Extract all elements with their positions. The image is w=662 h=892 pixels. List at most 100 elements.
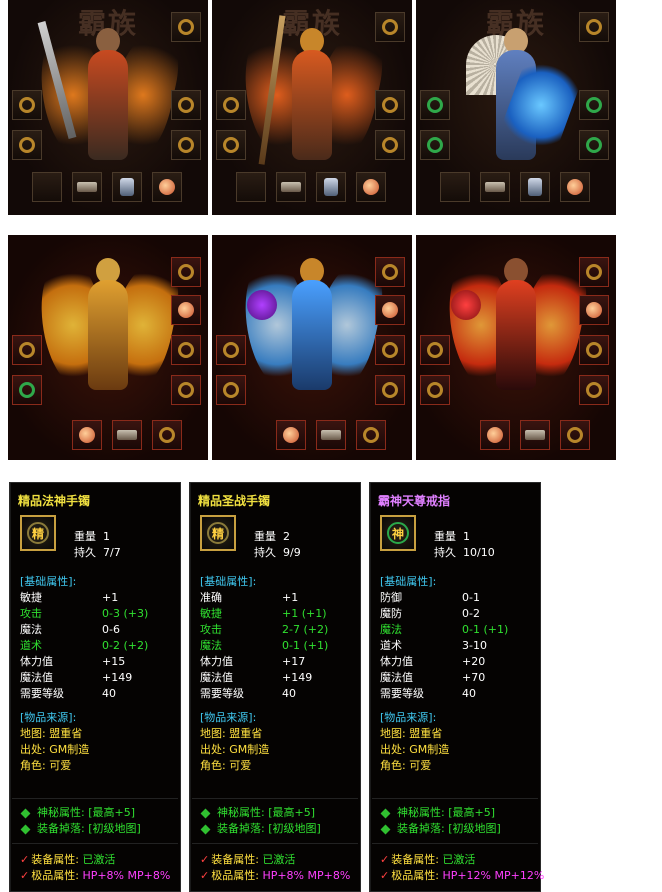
character-panel-2: 霸族 <box>212 0 412 215</box>
equip-slot-ring-right[interactable] <box>375 130 405 160</box>
equip-slot-bracelet-right[interactable] <box>171 335 201 365</box>
stat-label: 需要等级 <box>200 687 244 700</box>
weight-label: 重量 <box>74 530 96 543</box>
character-figure-mage <box>234 15 390 170</box>
base-attributes-header: [基础属性]: <box>200 575 257 588</box>
equip-slot-bracelet-left[interactable] <box>216 90 246 120</box>
stat-value: +1 (+1) <box>282 607 327 620</box>
equip-slot-bracelet-right[interactable] <box>375 90 405 120</box>
equip-slot-gem[interactable] <box>560 172 590 202</box>
equip-slot-amulet[interactable] <box>236 172 266 202</box>
item-tooltip-1: 精品法神手镯 精 重量 1 持久 7/7 [基础属性]: 敏捷 +1 攻击 0-… <box>9 482 181 892</box>
equip-slot-necklace[interactable] <box>375 12 405 42</box>
equip-slot-belt[interactable] <box>316 420 346 450</box>
source-map: 地图: 盟重省 <box>200 727 263 740</box>
equip-slot-necklace[interactable] <box>171 257 201 287</box>
stat-value: 0-1 <box>462 591 480 604</box>
equip-slot-bracelet-right[interactable] <box>579 90 609 120</box>
weight-label: 重量 <box>254 530 276 543</box>
equip-slot-ring-left[interactable] <box>216 375 246 405</box>
equip-slot-amulet[interactable] <box>440 172 470 202</box>
equip-slot-ring-left[interactable] <box>12 375 42 405</box>
stat-value: +20 <box>462 655 486 668</box>
equip-slot-ring-right[interactable] <box>375 375 405 405</box>
equip-slot-belt[interactable] <box>112 420 142 450</box>
equip-slot-gem[interactable] <box>152 172 182 202</box>
character-figure-golden-wings <box>30 250 186 420</box>
equip-slot-ring-right[interactable] <box>171 375 201 405</box>
equip-slot-amulet[interactable] <box>32 172 62 202</box>
character-panel-3: 霸族 <box>416 0 616 215</box>
character-figure-blue-wings <box>234 250 390 420</box>
premium-attribute: ✓ 极品属性: HP+8% MP+8% <box>20 869 171 882</box>
weight-value: 1 <box>463 530 470 543</box>
equip-slot-ring-left[interactable] <box>420 130 450 160</box>
item-source-header: [物品来源]: <box>200 711 257 724</box>
item-icon: 精 <box>200 515 236 551</box>
source-origin: 出处: GM制造 <box>20 743 90 756</box>
equip-slot-belt[interactable] <box>520 420 550 450</box>
equip-slot-gem[interactable] <box>356 172 386 202</box>
equip-slot-ring-right[interactable] <box>171 130 201 160</box>
equip-slot-belt[interactable] <box>72 172 102 202</box>
equip-slot-bracelet-left[interactable] <box>12 335 42 365</box>
equip-slot-boots[interactable] <box>112 172 142 202</box>
equip-attribute: ✓ 装备属性: 已激活 <box>200 853 296 866</box>
equip-slot-necklace[interactable] <box>579 12 609 42</box>
stat-label: 敏捷 <box>200 607 222 620</box>
equip-slot-bracelet-right[interactable] <box>579 335 609 365</box>
stat-label: 攻击 <box>200 623 222 636</box>
equip-slot-gem[interactable] <box>152 420 182 450</box>
weight-value: 1 <box>103 530 110 543</box>
equip-slot-gem[interactable] <box>356 420 386 450</box>
equip-slot-ring-right[interactable] <box>579 130 609 160</box>
character-panel-4 <box>8 235 208 460</box>
equip-slot-necklace[interactable] <box>375 257 405 287</box>
equip-slot-ring-left[interactable] <box>420 375 450 405</box>
stat-value: 40 <box>102 687 116 700</box>
stat-value: 0-2 (+2) <box>102 639 149 652</box>
item-source-header: [物品来源]: <box>20 711 77 724</box>
equip-slot-helmet[interactable] <box>375 295 405 325</box>
durability-label: 持久 <box>254 546 276 559</box>
item-icon: 精 <box>20 515 56 551</box>
source-map: 地图: 盟重省 <box>380 727 443 740</box>
ring-icon <box>387 522 409 544</box>
mystic-attribute: 神秘属性: [最高+5] <box>380 805 495 821</box>
weight-label: 重量 <box>434 530 456 543</box>
equip-slot-gem[interactable] <box>560 420 590 450</box>
item-name: 精品法神手镯 <box>18 494 91 508</box>
equip-slot-boots[interactable] <box>316 172 346 202</box>
equip-slot-ring-left[interactable] <box>12 130 42 160</box>
equip-slot-bracelet-left[interactable] <box>420 335 450 365</box>
character-panel-1: 霸族 <box>8 0 208 215</box>
equip-slot-helmet[interactable] <box>579 295 609 325</box>
item-source-header: [物品来源]: <box>380 711 437 724</box>
equip-slot-helmet[interactable] <box>171 295 201 325</box>
base-attributes-header: [基础属性]: <box>20 575 77 588</box>
equip-slot-necklace[interactable] <box>579 257 609 287</box>
equip-slot-bracelet-left[interactable] <box>420 90 450 120</box>
stat-label: 防御 <box>380 591 402 604</box>
equip-slot-ring-right[interactable] <box>579 375 609 405</box>
equip-slot-amulet[interactable] <box>276 420 306 450</box>
durability-label: 持久 <box>74 546 96 559</box>
equip-slot-bracelet-right[interactable] <box>375 335 405 365</box>
equip-slot-amulet[interactable] <box>480 420 510 450</box>
equip-slot-bracelet-left[interactable] <box>12 90 42 120</box>
durability-value: 9/9 <box>283 546 301 559</box>
item-name: 霸神天尊戒指 <box>378 494 451 508</box>
stat-value: +1 <box>102 591 119 604</box>
equip-slot-bracelet-right[interactable] <box>171 90 201 120</box>
equip-slot-ring-left[interactable] <box>216 130 246 160</box>
source-role: 角色: 可爱 <box>20 759 72 772</box>
equip-slot-necklace[interactable] <box>171 12 201 42</box>
weight-value: 2 <box>283 530 290 543</box>
stat-value: 3-10 <box>462 639 487 652</box>
equip-slot-boots[interactable] <box>520 172 550 202</box>
source-map: 地图: 盟重省 <box>20 727 83 740</box>
equip-slot-amulet[interactable] <box>72 420 102 450</box>
equip-slot-bracelet-left[interactable] <box>216 335 246 365</box>
equip-slot-belt[interactable] <box>276 172 306 202</box>
equip-slot-belt[interactable] <box>480 172 510 202</box>
